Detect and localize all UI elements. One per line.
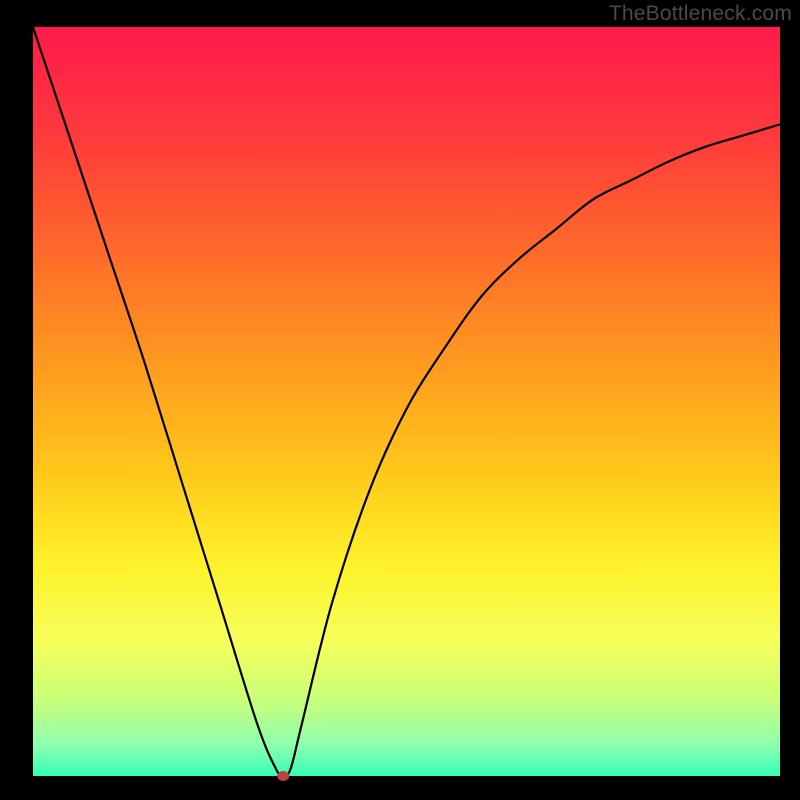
minimum-marker <box>277 771 289 781</box>
plot-background <box>33 27 780 776</box>
bottleneck-plot <box>0 0 800 800</box>
chart-container: TheBottleneck.com <box>0 0 800 800</box>
watermark-text: TheBottleneck.com <box>609 2 792 26</box>
